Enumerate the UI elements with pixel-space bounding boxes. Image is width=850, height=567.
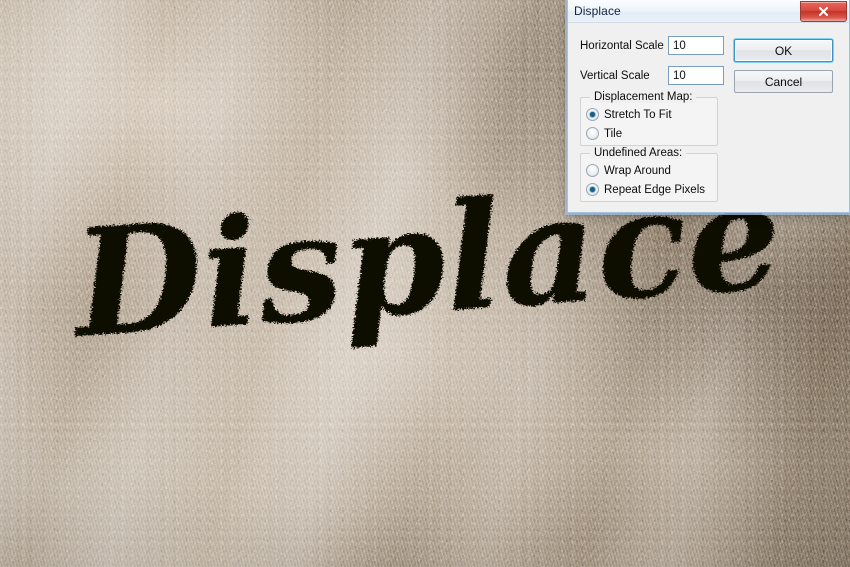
- vertical-scale-row: Vertical Scale: [580, 66, 724, 85]
- horizontal-scale-row: Horizontal Scale: [580, 36, 724, 55]
- close-button[interactable]: [800, 1, 847, 22]
- radio-tile-label: Tile: [604, 127, 623, 140]
- radio-repeat-edge-pixels-label: Repeat Edge Pixels: [604, 183, 706, 196]
- radio-stretch-to-fit-label: Stretch To Fit: [604, 108, 672, 121]
- undefined-areas-caption: Undefined Areas:: [590, 147, 687, 159]
- close-icon: [818, 6, 829, 17]
- ok-button-label: OK: [774, 43, 793, 58]
- photoshop-canvas: Displace Displace Horizontal Scale Verti…: [0, 0, 850, 567]
- radio-tile-icon: [586, 127, 599, 140]
- vertical-scale-label: Vertical Scale: [580, 69, 650, 82]
- ok-button[interactable]: OK: [734, 39, 833, 62]
- vertical-scale-input[interactable]: [668, 66, 724, 85]
- radio-wrap-around-icon: [586, 164, 599, 177]
- displacement-map-caption: Displacement Map:: [590, 91, 697, 103]
- radio-stretch-to-fit[interactable]: Stretch To Fit: [586, 108, 672, 121]
- horizontal-scale-label: Horizontal Scale: [580, 39, 664, 52]
- radio-repeat-edge-pixels-icon: [586, 183, 599, 196]
- dialog-title: Displace: [574, 4, 621, 18]
- undefined-areas-group: Undefined Areas: Wrap Around Repeat Edge…: [580, 147, 718, 202]
- radio-tile[interactable]: Tile: [586, 127, 622, 140]
- radio-wrap-around-label: Wrap Around: [604, 164, 671, 177]
- cancel-button-label: Cancel: [764, 74, 803, 89]
- displace-dialog[interactable]: Displace Horizontal Scale Vertical Scale…: [565, 0, 850, 215]
- radio-repeat-edge-pixels[interactable]: Repeat Edge Pixels: [586, 183, 705, 196]
- radio-stretch-to-fit-icon: [586, 108, 599, 121]
- dialog-titlebar[interactable]: Displace: [568, 0, 849, 23]
- cancel-button[interactable]: Cancel: [734, 70, 833, 93]
- displacement-map-group: Displacement Map: Stretch To Fit Tile: [580, 91, 718, 146]
- radio-wrap-around[interactable]: Wrap Around: [586, 164, 671, 177]
- horizontal-scale-input[interactable]: [668, 36, 724, 55]
